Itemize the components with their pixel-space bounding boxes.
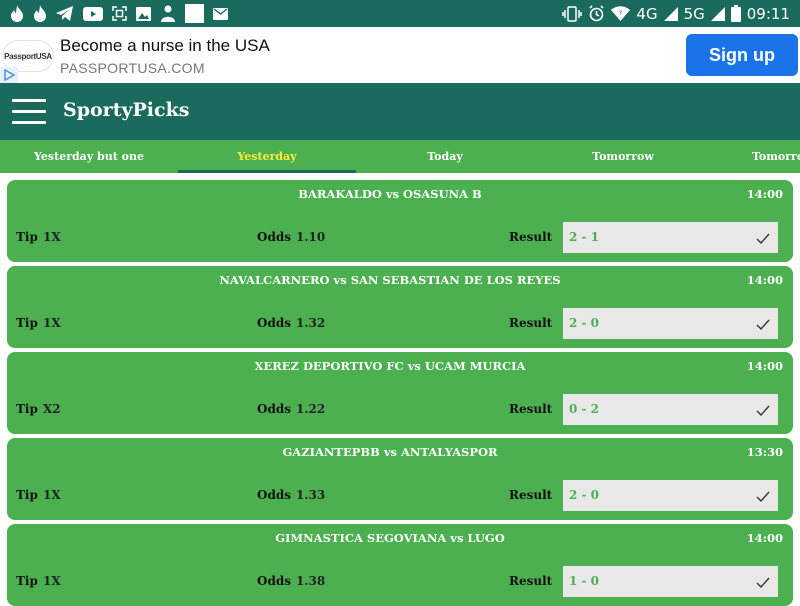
odds-label: Odds [257, 230, 291, 244]
result-label: Result [509, 488, 553, 502]
tab-tomorrow[interactable]: Tomorrow [534, 140, 712, 173]
tab-tomorrow-next[interactable]: Tomorrow [712, 140, 800, 173]
check-icon [756, 574, 770, 593]
result-value: 2 - 1 [569, 230, 600, 244]
tip-value: 1X [43, 574, 61, 588]
match-time: 14:00 [746, 531, 783, 545]
check-icon [756, 230, 770, 249]
tab-yesterday-but-one[interactable]: Yesterday but one [0, 140, 178, 173]
match-card[interactable]: GAZIANTEPBB vs ANTALYASPOR 13:30 Tip 1X … [7, 438, 793, 520]
check-icon [756, 316, 770, 335]
result-box: 2 - 0 [563, 308, 778, 339]
ad-url[interactable]: PASSPORTUSA.COM [60, 60, 205, 76]
odds-label: Odds [257, 402, 291, 416]
match-teams: NAVALCARNERO vs SAN SEBASTIAN DE LOS REY… [219, 273, 561, 287]
odds-value: 1.33 [296, 488, 326, 502]
ad-choices-icon[interactable] [0, 67, 18, 83]
result-value: 2 - 0 [569, 316, 600, 330]
wifi-icon: ? [611, 4, 631, 23]
status-system: ? 4G 5G 09:11 [562, 4, 790, 23]
result-value: 2 - 0 [569, 488, 600, 502]
tip-label: Tip [16, 316, 38, 330]
alarm-icon [588, 4, 605, 23]
menu-icon[interactable] [12, 99, 46, 125]
ad-signup-button[interactable]: Sign up [686, 34, 798, 76]
tip-value: 1X [43, 230, 61, 244]
match-card[interactable]: GIMNASTICA SEGOVIANA vs LUGO 14:00 Tip 1… [7, 524, 793, 606]
network-type-1: 4G [636, 4, 658, 23]
fire-icon [33, 4, 47, 23]
tip-label: Tip [16, 574, 38, 588]
result-value: 1 - 0 [569, 574, 600, 588]
odds-value: 1.38 [296, 574, 326, 588]
tip-label: Tip [16, 230, 38, 244]
person-icon [160, 4, 176, 23]
odds-value: 1.10 [296, 230, 326, 244]
result-box: 0 - 2 [563, 394, 778, 425]
tab-today[interactable]: Today [356, 140, 534, 173]
tab-yesterday[interactable]: Yesterday [178, 140, 356, 173]
ad-logo-text: PassportUSA [4, 51, 52, 61]
app-bar: SportyPicks [0, 83, 800, 140]
result-box: 2 - 0 [563, 480, 778, 511]
tip-label: Tip [16, 402, 38, 416]
network-type-2: 5G [683, 4, 705, 23]
result-box: 2 - 1 [563, 222, 778, 253]
day-tabs: Yesterday but one Yesterday Today Tomorr… [0, 140, 800, 173]
signal-icon [663, 4, 678, 23]
match-teams: BARAKALDO vs OSASUNA B [298, 187, 482, 201]
match-teams: GAZIANTEPBB vs ANTALYASPOR [282, 445, 498, 459]
odds-label: Odds [257, 574, 291, 588]
status-notifications [10, 4, 228, 23]
ad-banner[interactable]: PassportUSA Become a nurse in the USA PA… [0, 27, 800, 83]
tip-value: X2 [43, 402, 61, 416]
battery-icon [730, 4, 741, 23]
fire-icon [10, 4, 24, 23]
status-bar: ? 4G 5G 09:11 [0, 0, 800, 27]
result-box: 1 - 0 [563, 566, 778, 597]
match-card[interactable]: NAVALCARNERO vs SAN SEBASTIAN DE LOS REY… [7, 266, 793, 348]
telegram-icon [56, 4, 74, 23]
vibrate-icon [562, 4, 583, 23]
square-icon [185, 4, 204, 23]
odds-value: 1.32 [296, 316, 326, 330]
odds-value: 1.22 [296, 402, 326, 416]
result-value: 0 - 2 [569, 402, 600, 416]
result-label: Result [509, 316, 553, 330]
qr-scan-icon [112, 4, 127, 23]
match-time: 14:00 [746, 359, 783, 373]
youtube-icon [83, 4, 103, 23]
tip-label: Tip [16, 488, 38, 502]
svg-text:?: ? [619, 10, 622, 17]
ad-title[interactable]: Become a nurse in the USA [60, 36, 270, 56]
mail-icon [213, 4, 228, 23]
odds-label: Odds [257, 316, 291, 330]
signal-icon [710, 4, 725, 23]
odds-label: Odds [257, 488, 291, 502]
match-card[interactable]: BARAKALDO vs OSASUNA B 14:00 Tip 1X Odds… [7, 180, 793, 262]
app-title: SportyPicks [63, 99, 190, 121]
match-time: 14:00 [746, 187, 783, 201]
match-list[interactable]: BARAKALDO vs OSASUNA B 14:00 Tip 1X Odds… [0, 173, 800, 606]
match-teams: GIMNASTICA SEGOVIANA vs LUGO [275, 531, 505, 545]
result-label: Result [509, 574, 553, 588]
check-icon [756, 488, 770, 507]
match-teams: XEREZ DEPORTIVO FC vs UCAM MURCIA [254, 359, 526, 373]
result-label: Result [509, 230, 553, 244]
clock: 09:11 [746, 4, 790, 23]
match-card[interactable]: XEREZ DEPORTIVO FC vs UCAM MURCIA 14:00 … [7, 352, 793, 434]
tip-value: 1X [43, 316, 61, 330]
image-icon [136, 4, 151, 23]
match-time: 14:00 [746, 273, 783, 287]
result-label: Result [509, 402, 553, 416]
check-icon [756, 402, 770, 421]
tip-value: 1X [43, 488, 61, 502]
match-time: 13:30 [746, 445, 783, 459]
